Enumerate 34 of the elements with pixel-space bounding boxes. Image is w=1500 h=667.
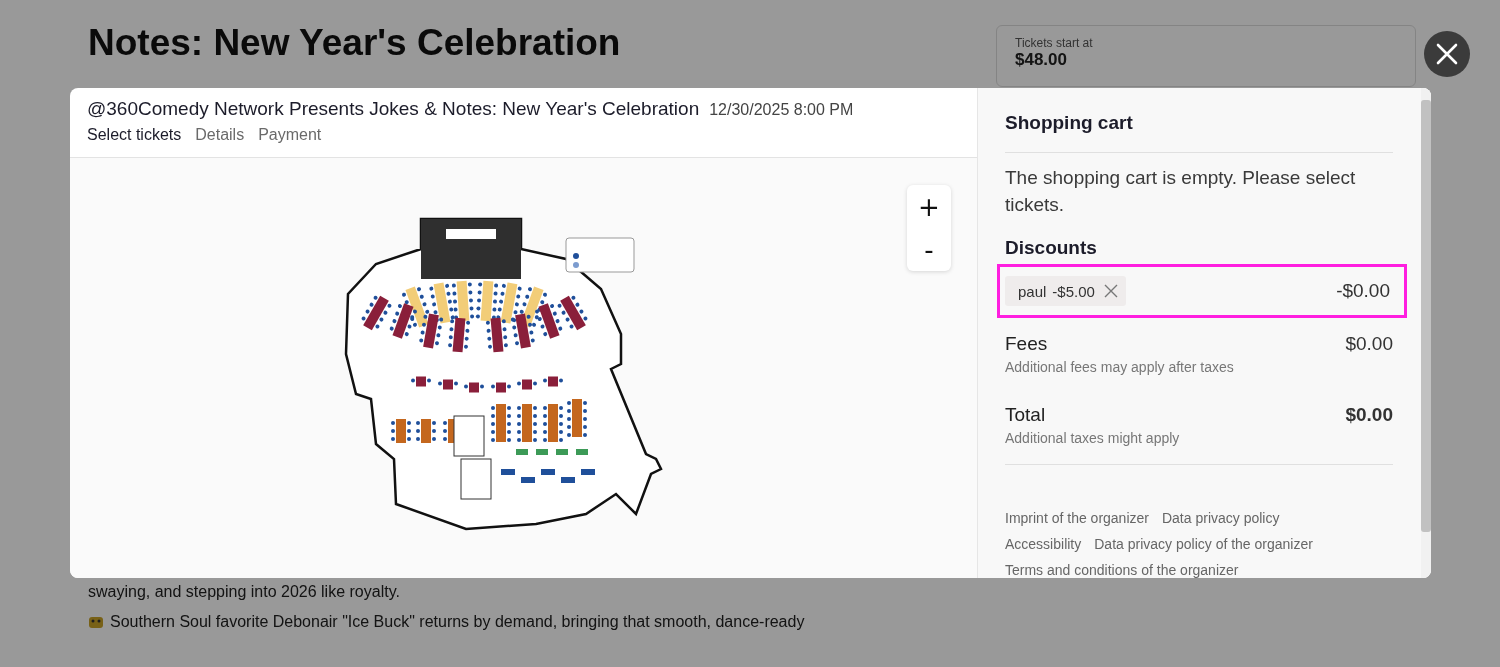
total-label: Total — [1005, 404, 1046, 426]
event-heading: Notes: New Year's Celebration — [88, 22, 622, 63]
cart-title: Shopping cart — [1005, 112, 1134, 134]
event-date: 12/30/2025 8:00 PM — [709, 101, 854, 119]
empty-cart-message: The shopping cart is empty. Please select tickets. — [1005, 166, 1357, 217]
event-description: swaying, and stepping into 2026 like royalty. — [88, 583, 401, 601]
fees-note: Additional fees may apply after taxes — [1005, 359, 1235, 376]
close-icon — [1103, 284, 1118, 299]
emoji-icon — [88, 615, 104, 629]
price-label: Tickets start at — [1015, 36, 1094, 50]
fees-label: Fees — [1005, 333, 1048, 356]
step-tab[interactable]: Select tickets — [87, 126, 182, 144]
discount-code: paul — [1018, 282, 1047, 300]
footer-link[interactable]: Data privacy policy — [1161, 510, 1280, 526]
discount-amount: -$0.00 — [1336, 280, 1390, 303]
step-tab[interactable]: Details — [195, 126, 245, 144]
fees-amount: $0.00 — [1345, 333, 1393, 356]
discounts-title: Discounts — [1005, 237, 1098, 259]
discount-value: -$5.00 — [1052, 282, 1095, 300]
footer-link[interactable]: Imprint of the organizer — [1005, 510, 1149, 526]
zoom-out-button[interactable]: - — [907, 228, 951, 271]
step-tab[interactable]: Payment — [258, 126, 322, 144]
scrollbar[interactable] — [1421, 88, 1431, 578]
zoom-in-button[interactable]: + — [907, 185, 951, 228]
footer-link[interactable]: Accessibility — [1005, 536, 1082, 552]
close-icon — [1435, 42, 1459, 66]
total-note: Additional taxes might apply — [1005, 430, 1181, 446]
footer-link[interactable]: Data privacy policy of the organizer — [1094, 536, 1313, 552]
footer-link[interactable]: Terms and conditions of the organizer — [1005, 562, 1239, 578]
total-amount: $0.00 — [1345, 404, 1393, 426]
close-button[interactable] — [1424, 31, 1470, 77]
event-description: Southern Soul favorite Debonair "Ice Buck" returns by demand, bringing that smooth, dance-ready — [110, 613, 805, 631]
price-value: $48.00 — [1015, 50, 1068, 70]
event-title: @360Comedy Network Presents Jokes & Notes: New Year's Celebration — [87, 98, 700, 120]
